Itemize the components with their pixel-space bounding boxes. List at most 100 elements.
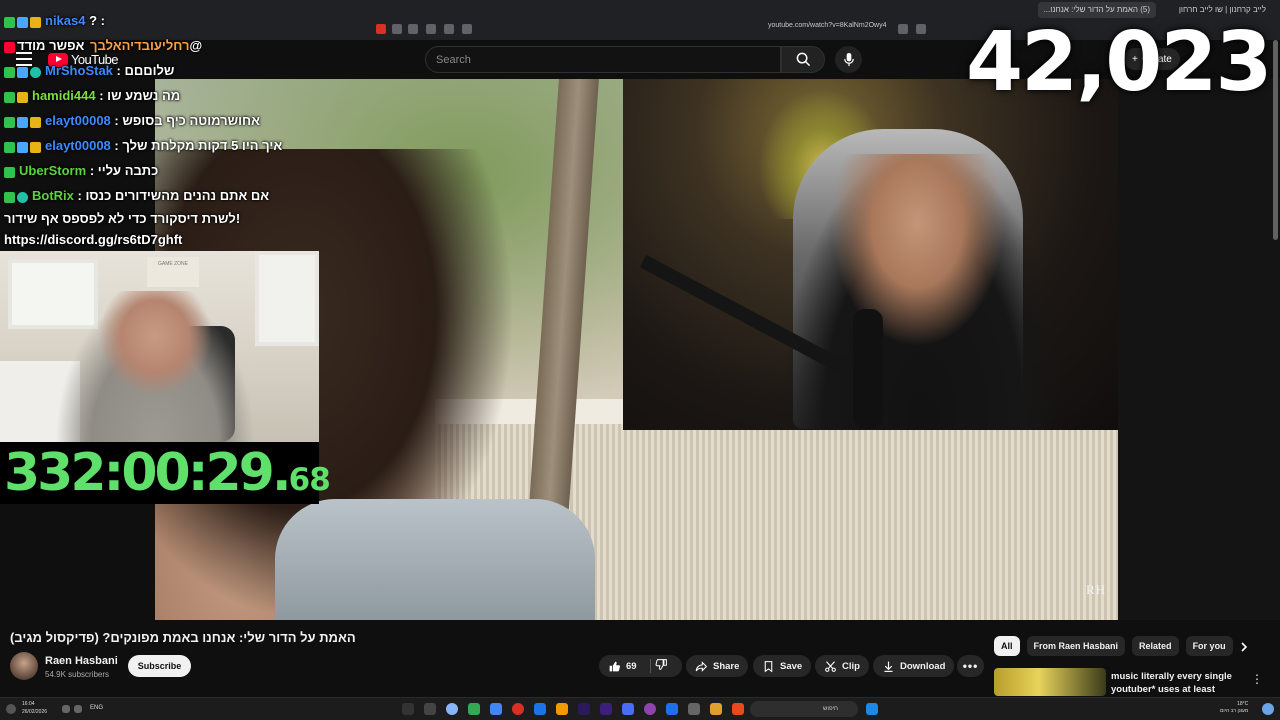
chat-badge-icon (17, 67, 28, 79)
share-label: Share (713, 660, 740, 672)
taskbar-app-icon[interactable] (512, 703, 524, 715)
scrollbar[interactable] (1273, 40, 1278, 240)
chat-message: elayt00008 : אחושרמוטה כיף בסופש (0, 108, 330, 133)
weather-widget[interactable]: 18°C מעונן רב היום (1220, 701, 1248, 715)
download-button[interactable]: Download (873, 655, 955, 677)
extension-icon[interactable] (376, 24, 386, 34)
video-subject (275, 499, 595, 620)
timer-main: 332:00:29. (4, 443, 292, 503)
taskbar-app-icon[interactable] (644, 703, 656, 715)
volume-icon[interactable] (62, 705, 70, 713)
address-bar[interactable]: youtube.com/watch?v=8KalNm2Owy4 (768, 22, 886, 29)
weather-icon (1262, 703, 1274, 715)
clip-button[interactable]: Clip (815, 655, 869, 677)
system-tray-icon[interactable] (6, 704, 16, 714)
download-label: Download (900, 660, 946, 672)
filter-chip[interactable]: All (994, 636, 1020, 656)
chat-continuation: https://discord.gg/rs6tD7ghft (4, 232, 183, 247)
chat-badge-icon (4, 42, 15, 54)
secondary-webcam: GAME ZONE (0, 251, 319, 442)
system-clock[interactable]: 16:04 26/02/2026 (22, 700, 47, 716)
taskbar-app-icon[interactable] (446, 703, 458, 715)
taskbar-app-icon[interactable] (578, 703, 590, 715)
like-button[interactable]: 69 (608, 660, 637, 673)
like-divider (650, 659, 651, 673)
save-button[interactable]: Save (753, 655, 812, 677)
subscriber-count: 54.9K subscribers (45, 670, 110, 679)
wall-sign: GAME ZONE (147, 257, 199, 287)
chat-message: BotRix : אם אתם נהנים מהשידורים כנסו (0, 183, 330, 208)
taskbar-app-icon[interactable] (732, 703, 744, 715)
chat-username: elayt00008 (45, 113, 111, 128)
share-icon (695, 660, 708, 672)
chat-badge-icon (4, 92, 15, 104)
voice-search-button[interactable] (835, 46, 862, 73)
chat-text: : איך היו 5 דקות מקלחת שלך (114, 138, 283, 153)
thumbs-down-icon (655, 659, 667, 670)
streamer-webcam (623, 79, 1118, 430)
subscribe-button[interactable]: Subscribe (128, 655, 191, 677)
extension-icon[interactable] (392, 24, 402, 34)
channel-avatar[interactable] (10, 652, 38, 680)
taskbar-app-icon[interactable] (402, 703, 414, 715)
chat-message: hamidi444 : מה נשמע שו (0, 83, 330, 108)
taskbar-app-icon[interactable] (710, 703, 722, 715)
search-button[interactable] (781, 46, 825, 73)
chat-badges (4, 84, 30, 109)
filter-chip[interactable]: From Raen Hasbani (1026, 636, 1126, 656)
chat-badge-icon (17, 92, 28, 104)
windows-start-icon[interactable] (866, 703, 878, 715)
taskbar-app-icon[interactable] (534, 703, 546, 715)
more-horizontal-icon: ••• (962, 659, 979, 673)
bookmark-icon[interactable] (916, 24, 926, 34)
weather-description: מעונן רב היום (1220, 708, 1249, 714)
taskbar-app-icon[interactable] (622, 703, 634, 715)
recommendation-thumbnail[interactable] (994, 668, 1106, 696)
chat-username: רחליעובדיהאלבך (90, 38, 190, 53)
stream-timer: 332:00:29.68 (0, 442, 331, 504)
extension-icon[interactable] (408, 24, 418, 34)
thumbs-up-icon (609, 661, 620, 671)
chat-message: UberStorm : כתבה עליי (0, 158, 330, 183)
like-dislike-group: 69 (599, 655, 682, 677)
chat-badge-icon (4, 17, 15, 29)
filter-chip[interactable]: Related (1132, 636, 1179, 656)
filter-chip[interactable]: For you (1185, 636, 1233, 656)
person-image (55, 291, 255, 442)
related-filter-chips: All From Raen Hasbani Related For you (994, 636, 1233, 656)
dislike-button[interactable] (655, 658, 669, 674)
chat-badge-icon (17, 17, 28, 29)
extension-icon[interactable] (426, 24, 436, 34)
chat-badges (4, 134, 43, 159)
translate-icon[interactable] (898, 24, 908, 34)
taskbar-app-icon[interactable] (556, 703, 568, 715)
chat-message: nikas4 ? : (0, 8, 330, 33)
chat-badges (4, 59, 43, 84)
search-input[interactable] (426, 47, 780, 72)
chat-badge-icon (30, 142, 41, 154)
share-button[interactable]: Share (686, 655, 749, 677)
search-box[interactable] (425, 46, 781, 73)
chat-text: ? : (89, 13, 105, 28)
chat-badges (4, 159, 17, 184)
extension-icon[interactable] (462, 24, 472, 34)
chevron-right-icon[interactable] (1238, 640, 1252, 654)
wifi-icon[interactable] (74, 705, 82, 713)
clip-label: Clip (842, 660, 860, 672)
channel-name[interactable]: Raen Hasbani (45, 655, 118, 667)
taskbar-app-icon[interactable] (468, 703, 480, 715)
like-count: 69 (626, 660, 637, 672)
more-actions-button[interactable]: ••• (957, 655, 984, 677)
extension-icon[interactable] (444, 24, 454, 34)
taskbar-app-icon[interactable] (666, 703, 678, 715)
taskbar-app-icon[interactable] (490, 703, 502, 715)
chat-message: elayt00008 : איך היו 5 דקות מקלחת שלך (0, 133, 330, 158)
chat-badge-icon (4, 142, 15, 154)
taskbar-app-icon[interactable] (424, 703, 436, 715)
taskbar-search[interactable]: חיפוש (750, 701, 858, 717)
more-vertical-icon[interactable]: ⋮ (1251, 672, 1263, 686)
language-indicator[interactable]: ENG (90, 705, 103, 711)
chat-text: : כתבה עליי (89, 163, 159, 178)
taskbar-app-icon[interactable] (600, 703, 612, 715)
taskbar-app-icon[interactable] (688, 703, 700, 715)
